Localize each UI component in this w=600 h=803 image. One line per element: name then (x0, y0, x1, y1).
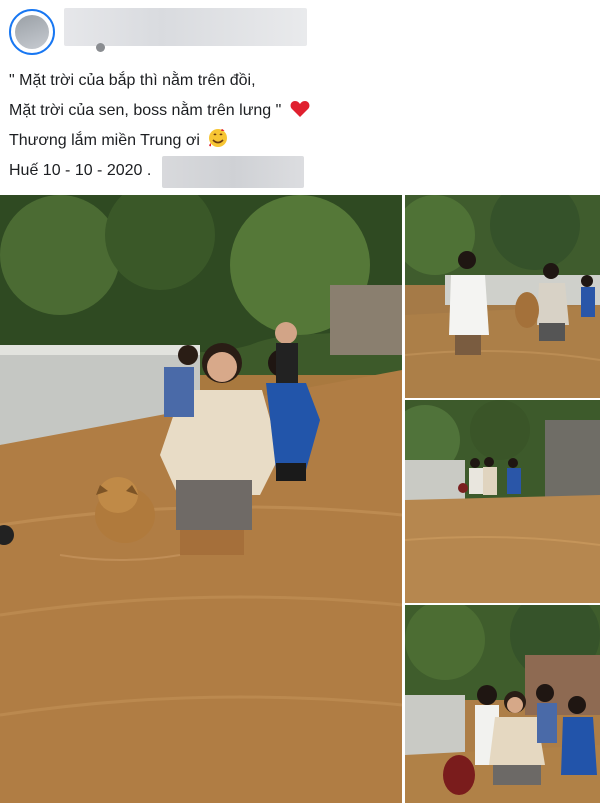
caption-blurred-text (162, 156, 304, 188)
heart-icon (290, 99, 310, 129)
avatar-image (15, 15, 49, 49)
caption-text-1: " Mặt trời của bắp thì nằm trên đồi, (9, 72, 256, 89)
smiling-face-with-hearts-icon (208, 128, 228, 159)
avatar[interactable] (9, 9, 55, 55)
photo-main-flooded-street[interactable] (0, 195, 402, 803)
globe-icon (96, 42, 105, 52)
caption-text-3: Thương lắm miền Trung ơi (9, 132, 200, 149)
caption-line-1: " Mặt trời của bắp thì nằm trên đồi, (9, 66, 589, 96)
caption-text-4: Huế 10 - 10 - 2020 . (9, 162, 152, 179)
photo-group-close-up[interactable] (405, 605, 600, 803)
post-meta (66, 42, 105, 53)
photo-walking-with-dog[interactable] (405, 195, 600, 398)
caption-text-2: Mặt trời của sen, boss nằm trên lưng " (9, 102, 282, 119)
post-header (0, 0, 600, 60)
author-name-blurred[interactable] (64, 8, 307, 46)
caption-line-2: Mặt trời của sen, boss nằm trên lưng " (9, 96, 589, 126)
photo-group-in-flood-distance[interactable] (405, 400, 600, 603)
caption-line-3: Thương lắm miền Trung ơi (9, 126, 589, 156)
